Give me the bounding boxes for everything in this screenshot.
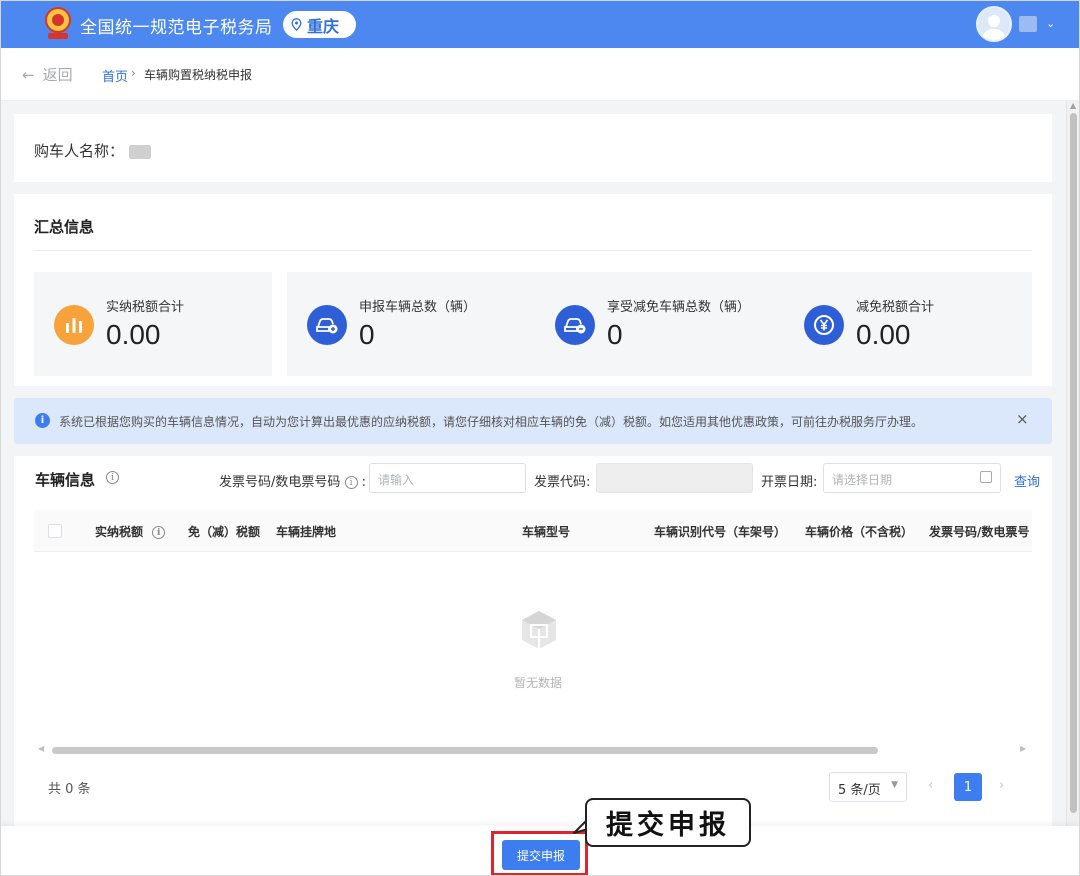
page-scrollbar-thumb[interactable] [1070, 113, 1077, 813]
col-header: 免（减）税额 [188, 525, 261, 539]
scroll-right-arrow-icon[interactable]: ▶ [1020, 744, 1026, 753]
region-label: 重庆 [307, 16, 340, 36]
col-header: 车辆识别代号（车架号） [654, 525, 787, 539]
stat-reduced-vehicles: 享受减免车辆总数（辆） 0 [535, 272, 783, 376]
select-all-checkbox[interactable] [48, 524, 62, 538]
empty-box-icon [522, 611, 556, 649]
stat-group-vehicles: 申报车辆总数（辆） 0 享受减免车辆总数（辆） 0 减免税额合计 0.00 [287, 272, 1032, 376]
invoice-date-placeholder: 请选择日期 [832, 473, 893, 487]
summary-title: 汇总信息 [34, 218, 95, 236]
back-label: 返回 [42, 66, 73, 84]
info-tooltip-icon[interactable]: i [344, 476, 358, 489]
divider [34, 250, 1032, 251]
page-number-current[interactable]: 1 [954, 773, 982, 801]
stat-label: 享受减免车辆总数（辆） [607, 300, 751, 315]
arrow-left-icon: ← [22, 65, 35, 84]
info-alert: i 系统已根据您购买的车辆信息情况，自动为您计算出最优惠的应纳税额，请您仔细核对… [14, 398, 1052, 444]
chevron-down-icon: ▼ [891, 780, 898, 790]
breadcrumb-separator: › [131, 66, 136, 80]
col-header: 车辆型号 [522, 525, 571, 539]
prev-page-button[interactable]: ‹ [928, 778, 933, 793]
back-button[interactable]: ← 返回 [22, 64, 73, 85]
col-header: 车辆价格（不含税） [805, 525, 914, 539]
breadcrumb-home-link[interactable]: 首页 [102, 66, 128, 85]
close-icon[interactable]: × [1016, 410, 1029, 428]
stat-declared-vehicles: 申报车辆总数（辆） 0 [287, 272, 535, 376]
stat-label: 减免税额合计 [856, 300, 935, 315]
invoice-date-label: 开票日期: [761, 475, 818, 490]
table-horizontal-scrollbar[interactable] [52, 747, 878, 754]
invoice-code-input[interactable] [596, 463, 753, 493]
invoice-no-input[interactable]: 请输入 [369, 463, 526, 493]
calendar-icon [980, 471, 992, 483]
top-navbar: 全国统一规范电子税务局 重庆 ⌄ [0, 0, 1080, 48]
info-icon: i [35, 413, 50, 428]
page-scrollbar[interactable]: ▲ [1066, 101, 1080, 826]
region-selector[interactable]: 重庆 [283, 11, 356, 38]
scroll-up-arrow-icon[interactable]: ▲ [1070, 101, 1076, 110]
stat-label: 申报车辆总数（辆） [359, 300, 477, 315]
info-tooltip-icon[interactable]: i [152, 526, 166, 539]
invoice-date-picker[interactable]: 请选择日期 [823, 463, 1001, 493]
table-header: 实纳税额 i 免（减）税额 车辆挂牌地 车辆型号 车辆识别代号（车架号） 车辆价… [34, 510, 1032, 552]
breadcrumb-current: 车辆购置税纳税申报 [144, 68, 253, 82]
vehicle-info-title: 车辆信息 [35, 471, 96, 489]
tax-emblem-icon [45, 7, 71, 39]
user-avatar[interactable] [976, 6, 1012, 42]
bar-chart-icon [54, 305, 94, 345]
annotation-callout: 提交申报 [585, 798, 751, 847]
stat-value: 0.00 [106, 319, 161, 350]
car-minus-icon [555, 305, 595, 345]
alert-text: 系统已根据您购买的车辆信息情况，自动为您计算出最优惠的应纳税额，请您仔细核对相应… [59, 415, 924, 429]
query-button[interactable]: 查询 [1014, 471, 1040, 490]
page-size-value: 5 条/页 [838, 783, 881, 798]
location-pin-icon [291, 18, 302, 31]
col-header: 车辆挂牌地 [276, 525, 337, 539]
summary-card: 汇总信息 实纳税额合计 0.00 申报车辆总数（辆） 0 享受减免车辆总数（辆）… [14, 194, 1052, 386]
buyer-card: 购车人名称： [14, 114, 1052, 182]
stat-value: 0 [607, 319, 623, 350]
invoice-code-label: 发票代码: [534, 475, 591, 490]
stat-reduced-tax-total: 减免税额合计 0.00 [784, 272, 1032, 376]
page-size-select[interactable]: 5 条/页 ▼ [829, 772, 907, 802]
next-page-button[interactable]: › [999, 778, 1004, 793]
stat-tax-paid-total: 实纳税额合计 0.00 [34, 272, 272, 376]
stat-value: 0 [359, 319, 375, 350]
stat-value: 0.00 [856, 319, 911, 350]
user-name-redacted[interactable] [1019, 16, 1037, 32]
info-tooltip-icon[interactable]: i [106, 471, 119, 484]
invoice-no-placeholder: 请输入 [378, 473, 415, 487]
stat-label: 实纳税额合计 [106, 300, 185, 315]
total-count: 共 0 条 [48, 782, 91, 797]
col-header: 实纳税额 i [95, 523, 166, 540]
empty-state-text: 暂无数据 [514, 676, 563, 690]
col-header: 发票号码/数电票号 [929, 525, 1030, 539]
scroll-left-arrow-icon[interactable]: ◀ [38, 744, 44, 753]
buyer-name-label: 购车人名称： [34, 142, 125, 160]
user-icon [982, 15, 1006, 40]
vehicle-info-card: 车辆信息 i 发票号码/数电票号码 i : 请输入 发票代码: 开票日期: 请选… [14, 456, 1052, 826]
site-title: 全国统一规范电子税务局 [80, 18, 273, 38]
chevron-down-icon[interactable]: ⌄ [1046, 17, 1055, 30]
yuan-refresh-icon [804, 305, 844, 345]
invoice-no-label: 发票号码/数电票号码 i : [219, 475, 367, 490]
buyer-name-redacted [128, 144, 151, 159]
car-add-icon [307, 305, 347, 345]
